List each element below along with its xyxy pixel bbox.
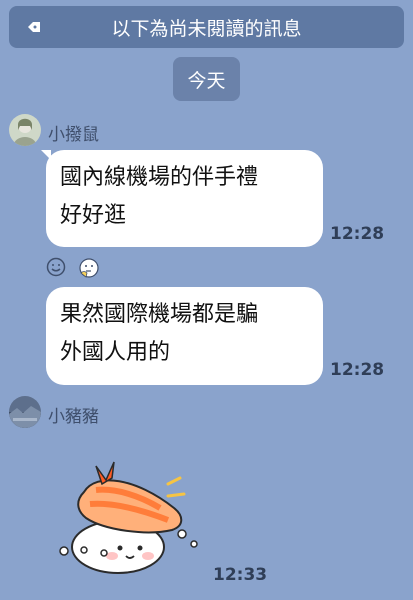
shrimp-sushi-sticker[interactable]: [56, 452, 206, 580]
message-bubble[interactable]: 國內線機場的伴手禮 好好逛: [46, 150, 323, 247]
smile-reaction-icon[interactable]: [46, 257, 66, 277]
message-line: 國內線機場的伴手禮: [60, 165, 259, 190]
avatar-icon: [9, 114, 41, 146]
sender-name: 小豬豬: [48, 407, 99, 427]
message-time: 12:33: [213, 565, 268, 585]
message-bubble[interactable]: 果然國際機場都是騙 外國人用的: [46, 287, 323, 385]
unread-messages-banner[interactable]: 以下為尚未閱讀的訊息: [9, 6, 404, 48]
message-line: 外國人用的: [60, 340, 171, 365]
message-line: 果然國際機場都是騙: [60, 302, 259, 327]
message-time: 12:28: [330, 224, 385, 244]
avatar[interactable]: [9, 114, 41, 146]
back-arrow-icon[interactable]: [27, 21, 41, 33]
message-line: 好好逛: [60, 203, 127, 228]
unread-banner-text: 以下為尚未閱讀的訊息: [111, 17, 302, 40]
avatar-icon: [9, 396, 41, 428]
message-time: 12:28: [330, 360, 385, 380]
sender-name: 小撥鼠: [48, 125, 99, 145]
date-separator: 今天: [173, 57, 240, 101]
thinking-reaction-icon[interactable]: [78, 257, 100, 279]
avatar[interactable]: [9, 396, 41, 428]
